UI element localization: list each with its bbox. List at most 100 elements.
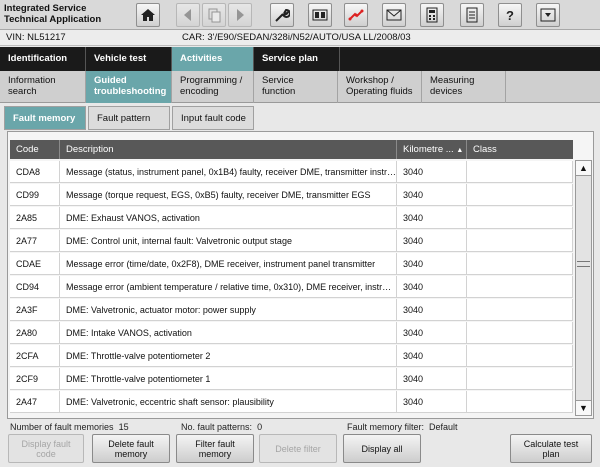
calculate-test-plan-button[interactable]: Calculate test plan [510,434,592,463]
cell-description: Message (torque request, EGS, 0xB5) faul… [60,184,397,206]
cell-class [467,253,573,275]
cell-description: Message error (time/date, 0x2F8), DME re… [60,253,397,275]
fault-patterns-label: No. fault patterns: [181,422,253,432]
calculator-button[interactable] [420,3,444,27]
display-fault-code-button[interactable]: Display fault code [8,434,84,463]
button-label: code [36,448,56,459]
fault-memories-value: 15 [118,422,129,432]
scroll-up-icon[interactable]: ▲ [576,161,591,176]
car-value: 3'/E90/SEDAN/328i/N52/AUTO/USA LL/2008/0… [207,32,411,43]
cell-description: DME: Valvetronic, eccentric shaft sensor… [60,391,397,413]
cell-class [467,230,573,252]
cell-class [467,391,573,413]
scroll-down-icon[interactable]: ▼ [576,400,591,415]
button-label: Display fault [21,438,71,449]
download-button[interactable] [536,3,560,27]
tab-activities[interactable]: Activities [172,47,254,71]
cell-code: CDAE [10,253,60,275]
fault-patterns-value: 0 [257,422,263,432]
car-label: CAR: [182,32,205,43]
tab-fault-pattern[interactable]: Fault pattern [88,106,170,130]
table-row[interactable]: 2A80 DME: Intake VANOS, activation 3040 [10,322,573,344]
network-icon [348,9,364,21]
network-button[interactable] [344,3,368,27]
cell-code: CD94 [10,276,60,298]
fault-table-body: CDA8 Message (status, instrument panel, 0… [10,161,573,413]
subtab-guided-troubleshooting[interactable]: Guided troubleshooting [86,71,172,103]
cell-description: DME: Intake VANOS, activation [60,322,397,344]
table-scrollbar[interactable]: ▲ ▼ [575,160,592,416]
column-header-code[interactable]: Code [10,140,60,159]
document-button[interactable] [460,3,484,27]
fault-memory-filter: Fault memory filter: Default [347,421,458,433]
forward-button[interactable] [228,3,252,27]
back-button[interactable] [176,3,200,27]
card-button[interactable] [308,3,332,27]
fault-memories-count: Number of fault memories 15 [10,421,129,433]
table-row[interactable]: CDA8 Message (status, instrument panel, 0… [10,161,573,183]
subtab-label: encoding [180,86,219,97]
vin-value: NL51217 [27,32,66,43]
subtab-workshop-fluids[interactable]: Workshop / Operating fluids [338,71,422,103]
delete-fault-memory-button[interactable]: Delete fault memory [92,434,170,463]
forward-icon [237,9,244,21]
calculator-icon [426,7,438,23]
column-header-description[interactable]: Description [60,140,397,159]
table-row[interactable]: 2A85 DME: Exhaust VANOS, activation 3040 [10,207,573,229]
column-header-kilometre[interactable]: Kilometre ... ▲ [397,140,467,159]
table-row[interactable]: 2CFA DME: Throttle-valve potentiometer 23… [10,345,573,367]
download-icon [540,8,556,22]
filter-fault-memory-button[interactable]: Filter fault memory [176,434,254,463]
help-button[interactable]: ? [498,3,522,27]
tab-vehicle-test[interactable]: Vehicle test [86,47,172,71]
table-row[interactable]: 2A3F DME: Valvetronic, actuator motor: po… [10,299,573,321]
title-bar: Integrated Service Technical Application… [0,0,600,30]
button-label: Delete fault [108,438,154,449]
tab-identification[interactable]: Identification [0,47,86,71]
mail-button[interactable] [382,3,406,27]
tab-input-fault-code[interactable]: Input fault code [172,106,254,130]
sort-asc-icon: ▲ [456,147,464,154]
table-row[interactable]: CD99 Message (torque request, EGS, 0xB5) … [10,184,573,206]
subtab-label: Workshop / [346,75,394,86]
table-row[interactable]: 2CF9 DME: Throttle-valve potentiometer 13… [10,368,573,390]
cell-class [467,345,573,367]
fault-tabs: Fault memory Fault pattern Input fault c… [0,106,600,132]
fault-memory-panel: Code Description Kilometre ... ▲ Class C… [7,131,594,419]
column-header-kilometre-label: Kilometre ... [403,144,454,155]
copy-button[interactable] [202,3,226,27]
cell-class [467,276,573,298]
cell-class [467,299,573,321]
cell-description: Message (status, instrument panel, 0x1B4… [60,161,397,183]
cell-code: CD99 [10,184,60,206]
cell-code: CDA8 [10,161,60,183]
subtab-label: Programming / [180,75,243,86]
cell-kilometre: 3040 [397,184,467,206]
table-row[interactable]: CD94 Message error (ambient temperature /… [10,276,573,298]
cell-code: 2CFA [10,345,60,367]
table-row[interactable]: CDAE Message error (time/date, 0x2F8), DM… [10,253,573,275]
table-header: Code Description Kilometre ... ▲ Class [10,140,573,159]
app-title-line1: Integrated Service [4,3,87,14]
subtab-measuring-devices[interactable]: Measuring devices [422,71,506,103]
column-header-class[interactable]: Class [467,140,573,159]
subtab-information-search[interactable]: Information search [0,71,86,103]
vehicle-info-bar: VIN: NL51217 CAR: 3'/E90/SEDAN/328i/N52/… [0,30,600,46]
table-row[interactable]: 2A47 DME: Valvetronic, eccentric shaft se… [10,391,573,413]
scroll-thumb[interactable] [577,261,590,267]
tab-service-plan[interactable]: Service plan [254,47,340,71]
cell-kilometre: 3040 [397,391,467,413]
subtab-programming-encoding[interactable]: Programming / encoding [172,71,254,103]
button-label: memory [198,448,232,459]
subtab-label: Service [262,75,294,86]
subtab-service-function[interactable]: Service function [254,71,338,103]
delete-filter-button[interactable]: Delete filter [259,434,337,463]
table-row[interactable]: 2A77 DME: Control unit, internal fault: V… [10,230,573,252]
cell-kilometre: 3040 [397,368,467,390]
cell-kilometre: 3040 [397,161,467,183]
tab-fault-memory[interactable]: Fault memory [4,106,86,130]
wrench-button[interactable] [270,3,294,27]
display-all-button[interactable]: Display all [343,434,421,463]
cell-code: 2A80 [10,322,60,344]
home-button[interactable] [136,3,160,27]
